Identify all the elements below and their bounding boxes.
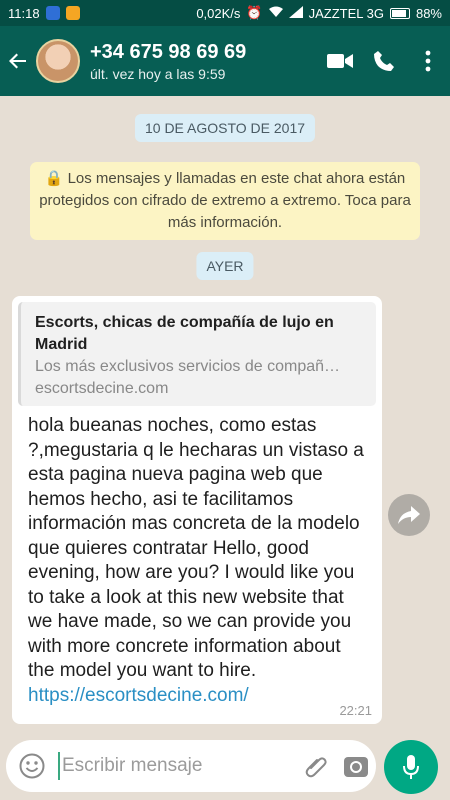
text-caret — [58, 752, 60, 780]
date-chip: 10 DE AGOSTO DE 2017 — [134, 114, 316, 142]
encryption-notice[interactable]: 🔒 Los mensajes y llamadas en este chat a… — [30, 162, 420, 240]
input-bar: Escribir mensaje — [0, 736, 450, 800]
attach-icon[interactable] — [296, 740, 336, 792]
app-notification-icon — [65, 6, 80, 20]
carrier: JAZZTEL 3G — [308, 5, 384, 21]
incoming-message[interactable]: Escorts, chicas de compañía de lujo en M… — [12, 296, 382, 724]
camera-icon[interactable] — [336, 740, 376, 792]
contact-name: +34 675 98 69 69 — [90, 41, 247, 63]
status-bar: 11:18 0,02K/s ⏰ JAZZTEL 3G 88% — [0, 0, 450, 26]
signal-icon — [288, 5, 303, 21]
battery-icon — [389, 7, 410, 19]
message-time: 22:21 — [339, 703, 372, 718]
message-input[interactable]: Escribir mensaje — [62, 755, 296, 777]
message-link[interactable]: https://escortsdecine.com/ — [28, 685, 249, 706]
more-vert-icon[interactable] — [406, 26, 450, 96]
contact-info[interactable]: +34 675 98 69 69 últ. vez hoy a las 9:59 — [90, 40, 318, 82]
link-preview-description: Los más exclusivos servicios de compañ… — [35, 358, 341, 375]
day-chip: AYER — [196, 252, 254, 280]
battery-level: 88% — [415, 5, 442, 21]
app-notification-icon — [45, 6, 60, 20]
network-speed: 0,02K/s — [196, 5, 241, 21]
microphone-icon — [403, 755, 419, 779]
last-seen: últ. vez hoy a las 9:59 — [90, 66, 226, 82]
message-input-box[interactable]: Escribir mensaje — [6, 740, 376, 792]
forward-icon[interactable] — [388, 494, 430, 536]
message-text: hola bueanas noches, como estas ?,megust… — [18, 406, 376, 708]
alarm-icon: ⏰ — [246, 5, 263, 20]
link-preview-domain: escortsdecine.com — [35, 380, 169, 397]
avatar[interactable] — [36, 39, 80, 83]
back-arrow-icon[interactable] — [0, 26, 36, 96]
wifi-icon — [268, 6, 283, 21]
phone-icon[interactable] — [362, 26, 406, 96]
emoji-icon[interactable] — [6, 740, 58, 792]
link-preview[interactable]: Escorts, chicas de compañía de lujo en M… — [18, 302, 376, 406]
microphone-button[interactable] — [384, 740, 438, 794]
chat-area[interactable]: 10 DE AGOSTO DE 2017 🔒 Los mensajes y ll… — [0, 96, 450, 736]
status-time: 11:18 — [8, 5, 40, 21]
message-body: hola bueanas noches, como estas ?,megust… — [28, 415, 364, 681]
link-preview-title: Escorts, chicas de compañía de lujo en M… — [35, 314, 334, 353]
chat-header: +34 675 98 69 69 últ. vez hoy a las 9:59 — [0, 26, 450, 96]
video-call-icon[interactable] — [318, 26, 362, 96]
